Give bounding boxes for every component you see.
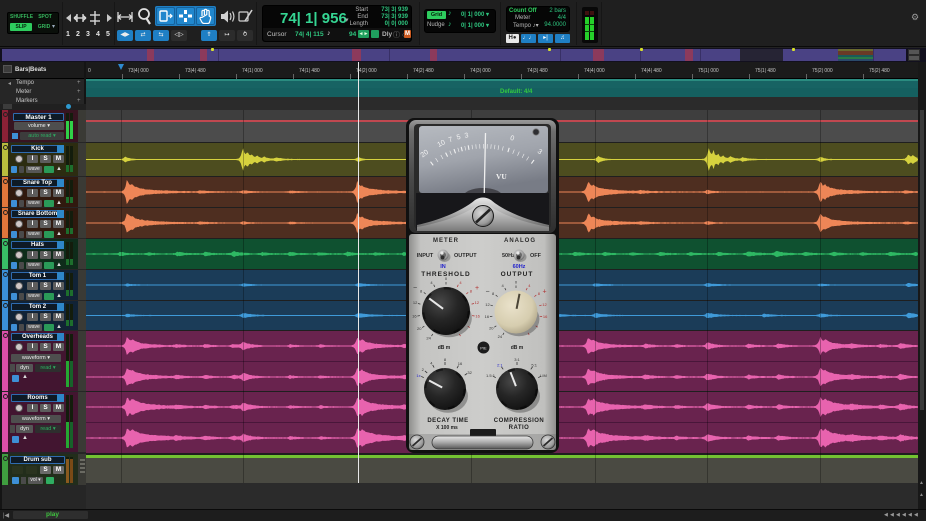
svg-text:COMPRESSION: COMPRESSION bbox=[494, 418, 545, 424]
svg-text:METER: METER bbox=[433, 238, 459, 244]
svg-text:32: 32 bbox=[467, 370, 472, 375]
svg-text:−: − bbox=[413, 285, 417, 292]
svg-text:OUTPUT: OUTPUT bbox=[501, 271, 534, 278]
svg-text:+: + bbox=[475, 285, 479, 292]
svg-text:20: 20 bbox=[489, 326, 494, 331]
svg-text:+: + bbox=[542, 289, 546, 296]
svg-text:PIE: PIE bbox=[480, 346, 487, 351]
svg-text:24: 24 bbox=[498, 334, 503, 339]
svg-text:16: 16 bbox=[458, 361, 463, 366]
svg-text:OUTPUT: OUTPUT bbox=[454, 253, 477, 259]
svg-text:OFF: OFF bbox=[530, 253, 542, 259]
svg-text:3:1: 3:1 bbox=[514, 357, 520, 362]
svg-text:−: − bbox=[485, 289, 489, 296]
svg-text:12: 12 bbox=[475, 300, 480, 305]
svg-text:ANALOG: ANALOG bbox=[504, 238, 536, 244]
svg-text:16: 16 bbox=[543, 314, 548, 319]
svg-text:20: 20 bbox=[417, 326, 422, 331]
svg-text:DECAY TIME: DECAY TIME bbox=[427, 418, 468, 424]
svg-text:X 100 ms: X 100 ms bbox=[436, 425, 458, 431]
svg-text:INPUT: INPUT bbox=[417, 253, 434, 259]
svg-text:50Hz: 50Hz bbox=[502, 253, 515, 259]
svg-text:24: 24 bbox=[426, 335, 431, 340]
svg-text:IN: IN bbox=[440, 264, 446, 270]
svg-text:dB m: dB m bbox=[511, 345, 524, 351]
svg-text:12: 12 bbox=[413, 300, 418, 305]
svg-text:12: 12 bbox=[542, 302, 547, 307]
svg-text:16: 16 bbox=[412, 314, 417, 319]
svg-text:VU: VU bbox=[496, 172, 507, 181]
svg-text:16: 16 bbox=[485, 314, 490, 319]
svg-text:1x: 1x bbox=[416, 373, 420, 378]
svg-text:2:1: 2:1 bbox=[497, 362, 503, 367]
svg-text:dB m: dB m bbox=[438, 345, 451, 351]
svg-text:12: 12 bbox=[485, 302, 490, 307]
svg-text:RATIO: RATIO bbox=[509, 425, 530, 431]
svg-text:60Hz: 60Hz bbox=[513, 264, 526, 270]
svg-text:LIM: LIM bbox=[540, 373, 547, 378]
svg-text:16: 16 bbox=[475, 314, 480, 319]
svg-text:5:1: 5:1 bbox=[531, 362, 537, 367]
